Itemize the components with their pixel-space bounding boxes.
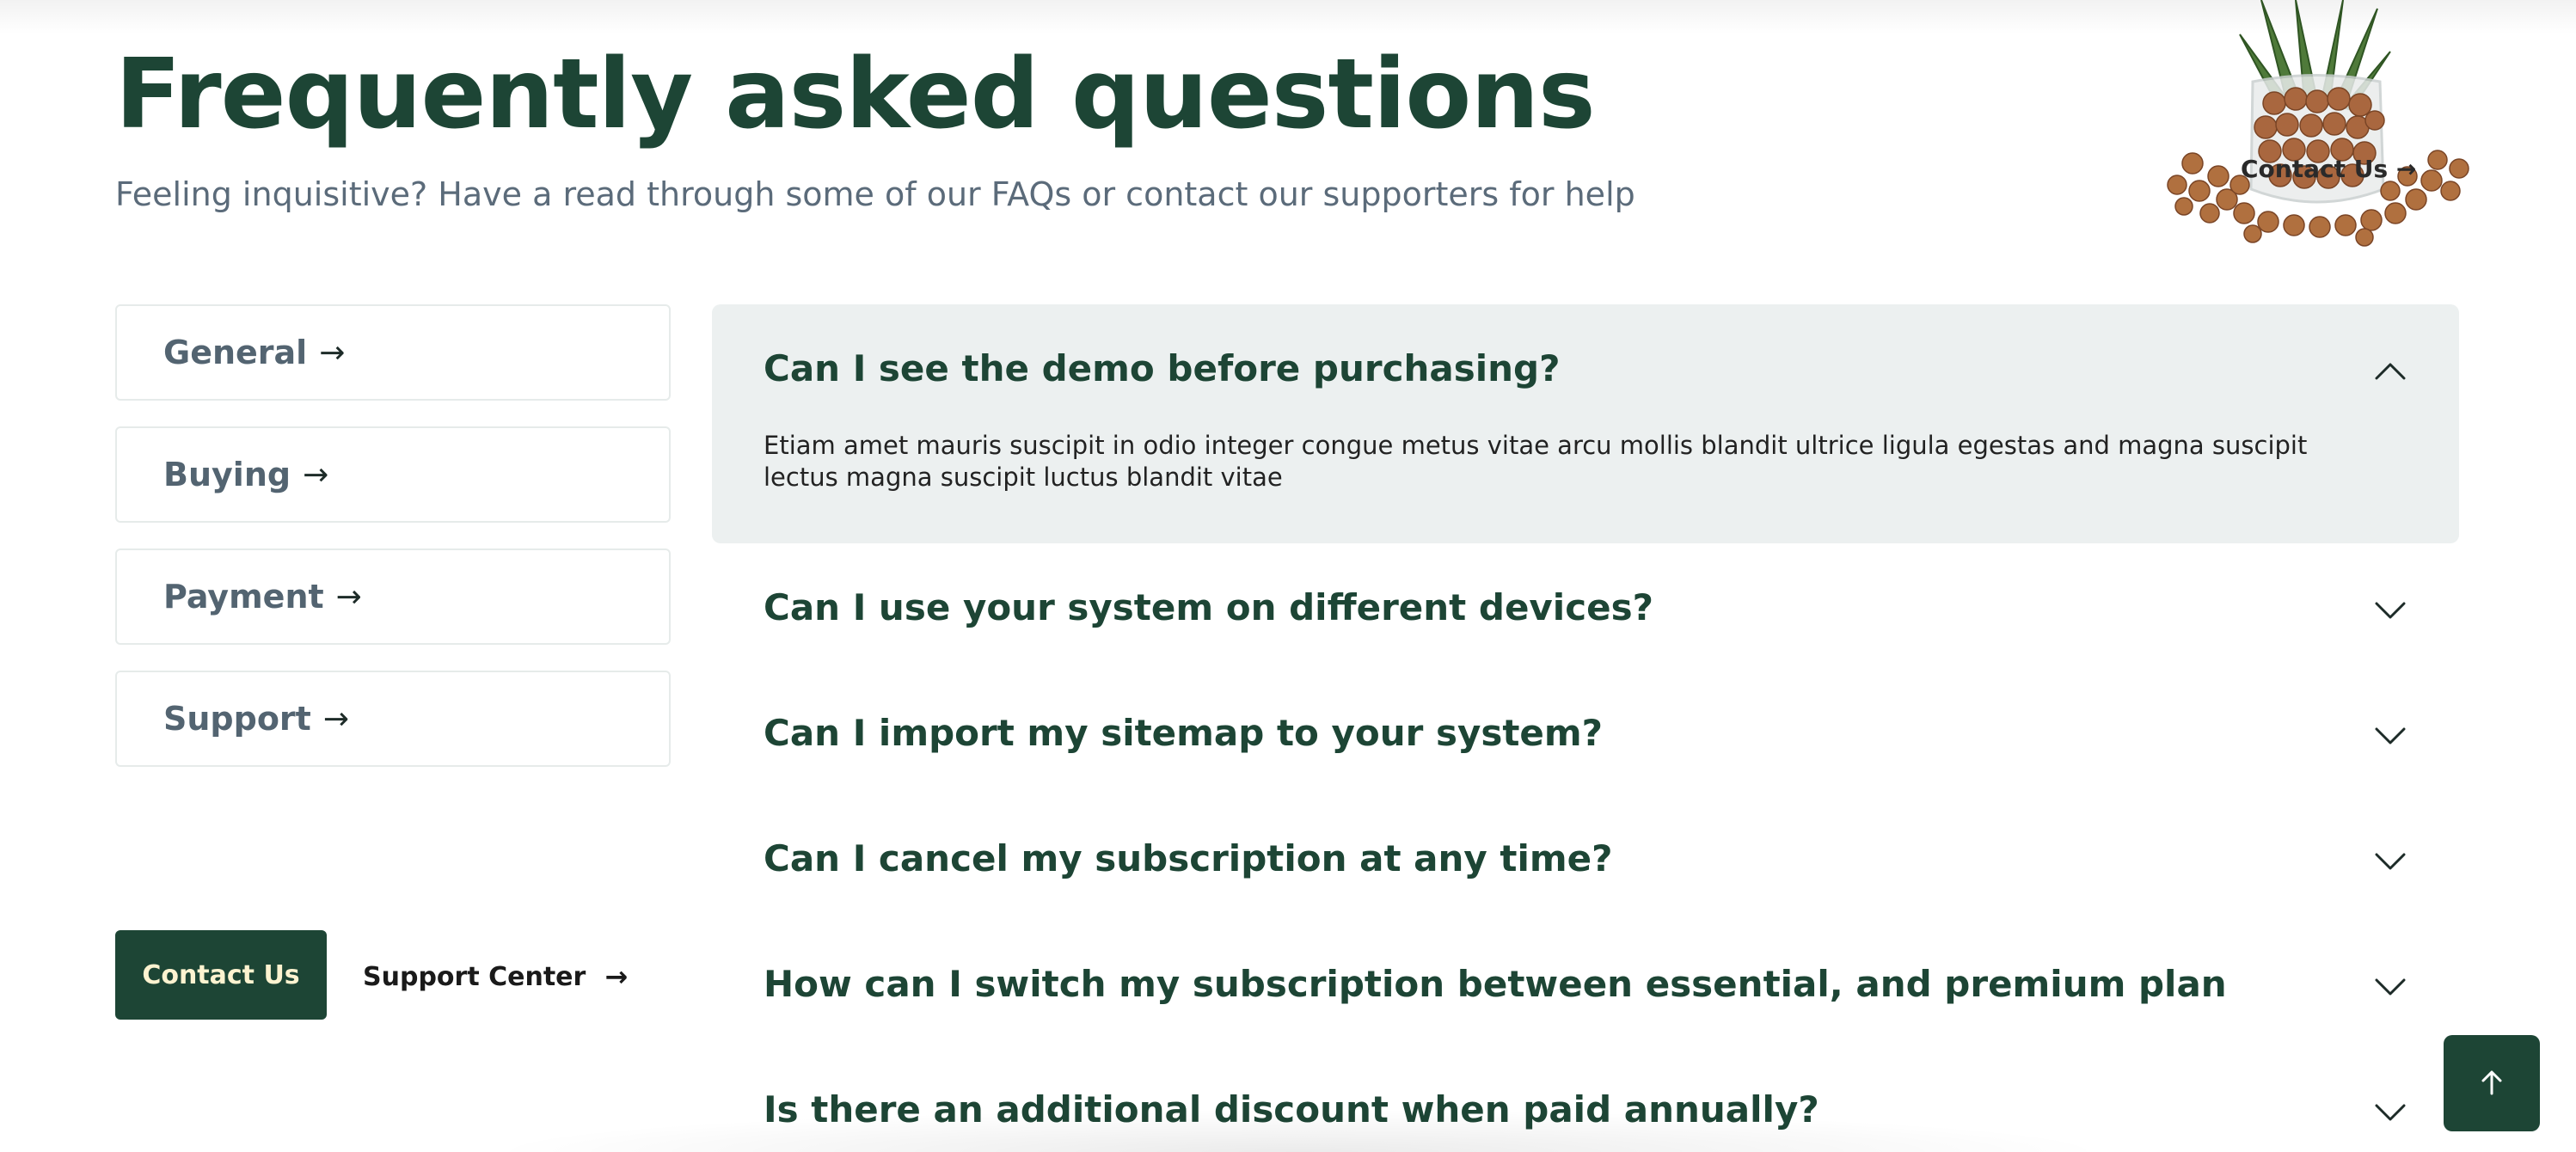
category-general[interactable]: General → bbox=[115, 304, 671, 401]
arrow-right-icon: → bbox=[303, 457, 329, 493]
faq-question[interactable]: Can I see the demo before purchasing? bbox=[764, 347, 1560, 389]
arrow-right-icon: → bbox=[319, 334, 346, 371]
arrow-right-icon: → bbox=[604, 960, 629, 993]
contact-us-button[interactable]: Contact Us bbox=[115, 930, 327, 1020]
illustration-contact-link[interactable]: Contact Us → bbox=[2241, 155, 2416, 183]
faq-question[interactable]: Can I cancel my subscription at any time… bbox=[764, 837, 1613, 879]
faq-question[interactable]: Can I use your system on different devic… bbox=[764, 586, 1653, 628]
chevron-down-icon[interactable] bbox=[2373, 724, 2407, 748]
category-label: Support bbox=[163, 700, 311, 738]
back-to-top-button[interactable] bbox=[2444, 1035, 2540, 1131]
arrow-up-icon bbox=[2481, 1070, 2502, 1095]
category-buying[interactable]: Buying → bbox=[115, 426, 671, 523]
page-title: Frequently asked questions bbox=[115, 39, 1596, 150]
chevron-down-icon[interactable] bbox=[2373, 975, 2407, 999]
support-center-link[interactable]: Support Center → bbox=[363, 956, 628, 997]
chevron-down-icon[interactable] bbox=[2373, 849, 2407, 873]
arrow-right-icon: → bbox=[322, 701, 350, 737]
support-center-label: Support Center bbox=[363, 961, 586, 992]
illustration-contact-label: Contact Us bbox=[2241, 155, 2389, 183]
category-support[interactable]: Support → bbox=[115, 671, 671, 767]
arrow-right-icon: → bbox=[2395, 155, 2417, 183]
category-label: General bbox=[163, 334, 308, 371]
faq-question[interactable]: How can I switch my subscription between… bbox=[764, 963, 2227, 1005]
arrow-right-icon: → bbox=[335, 579, 362, 615]
faq-item-expanded bbox=[712, 304, 2459, 543]
chevron-up-icon[interactable] bbox=[2373, 359, 2407, 383]
faq-question[interactable]: Can I import my sitemap to your system? bbox=[764, 712, 1603, 754]
category-payment[interactable]: Payment → bbox=[115, 548, 671, 645]
page-subtitle: Feeling inquisitive? Have a read through… bbox=[115, 175, 1635, 213]
plant-illustration bbox=[2167, 0, 2469, 247]
category-label: Payment bbox=[163, 578, 324, 616]
bottom-shadow bbox=[481, 1109, 2115, 1152]
faq-answer: Etiam amet mauris suscipit in odio integ… bbox=[764, 431, 2308, 492]
chevron-down-icon[interactable] bbox=[2373, 598, 2407, 622]
category-label: Buying bbox=[163, 456, 291, 493]
chevron-down-icon[interactable] bbox=[2373, 1100, 2407, 1124]
